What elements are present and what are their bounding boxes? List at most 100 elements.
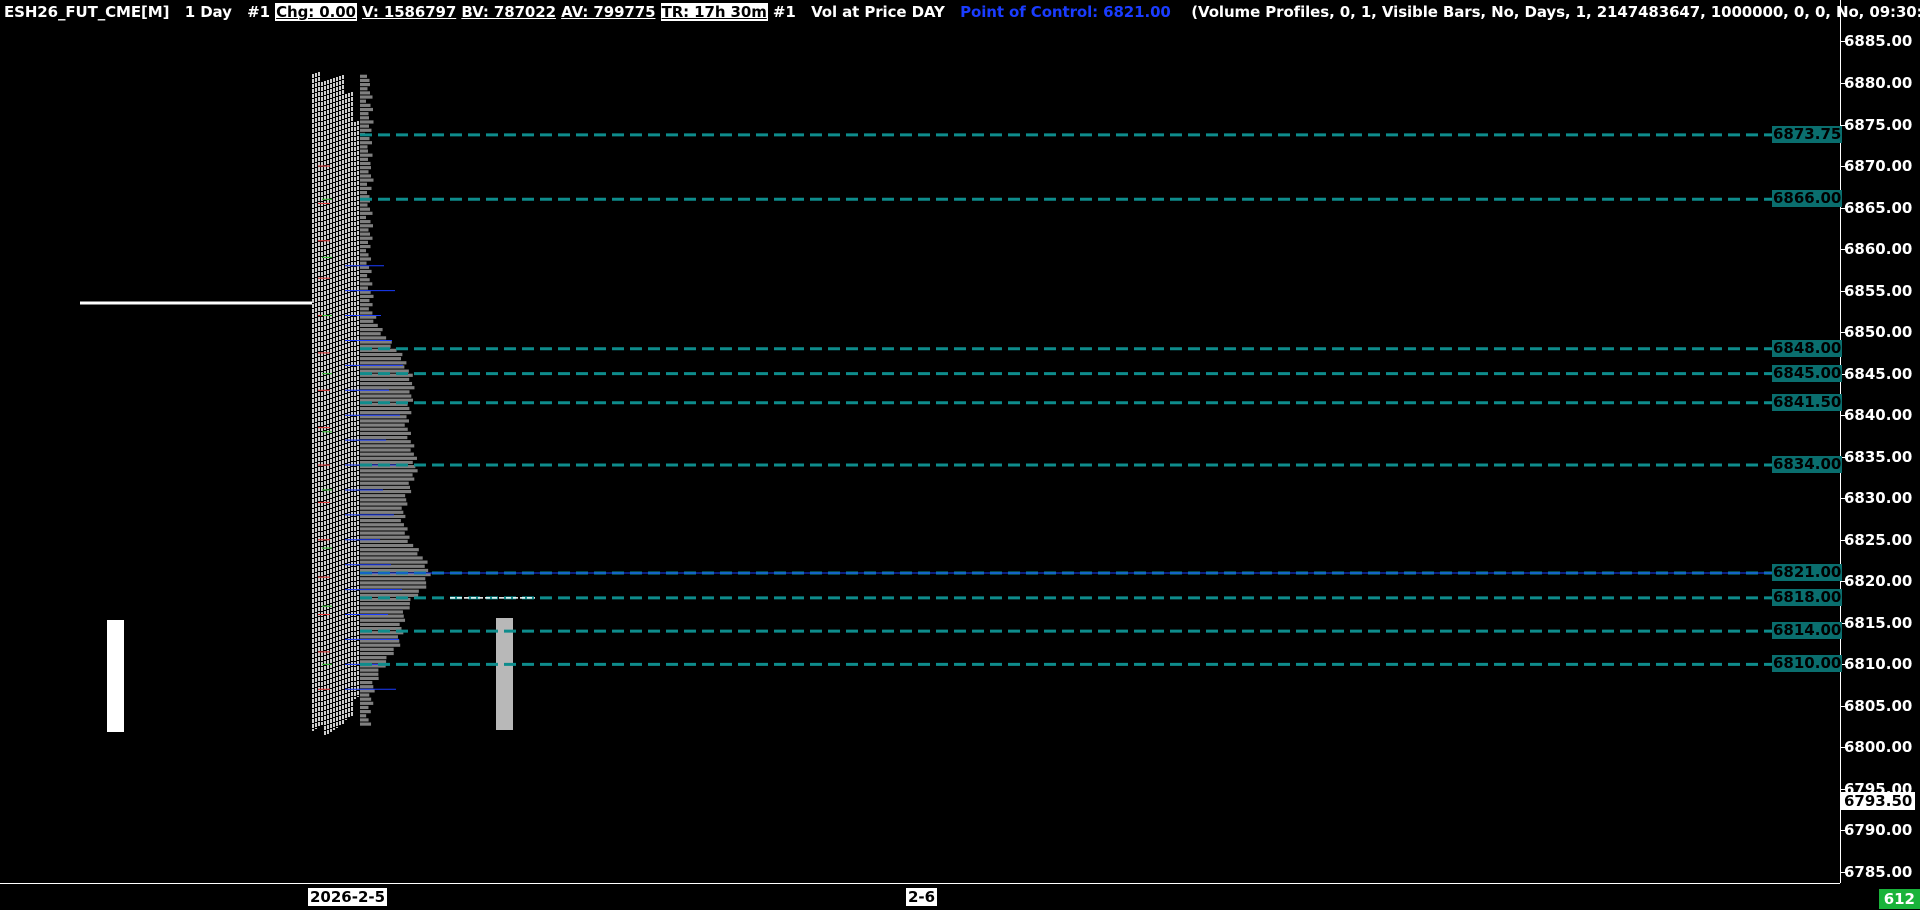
volume-profile-bar bbox=[360, 494, 406, 498]
volume-profile-bar bbox=[360, 274, 368, 278]
volume-profile-bar bbox=[360, 527, 408, 531]
level-label[interactable]: 6873.75 bbox=[1772, 125, 1843, 143]
volume-profile-bar bbox=[360, 519, 401, 523]
volume-profile-bar bbox=[360, 186, 372, 191]
volume-profile-bar bbox=[360, 236, 373, 240]
volume-profile-bar bbox=[360, 253, 369, 257]
volume-profile-bar bbox=[360, 215, 366, 220]
volume-profile-bar bbox=[360, 581, 427, 585]
volume-profile-bar bbox=[360, 178, 374, 182]
volume-profile-bar bbox=[360, 303, 373, 307]
level-label[interactable]: 6818.00 bbox=[1772, 588, 1843, 606]
price-tick-label: 6865.00 bbox=[1844, 198, 1913, 217]
level-label[interactable]: 6834.00 bbox=[1772, 456, 1843, 474]
price-tick-label: 6830.00 bbox=[1844, 489, 1913, 508]
volume-profile-bar bbox=[360, 220, 371, 224]
current-price-label: 6793.50 bbox=[1841, 792, 1916, 811]
volume-profile-bar bbox=[360, 685, 374, 689]
volume-profile-bar bbox=[360, 327, 383, 332]
volume-profile-bar bbox=[360, 435, 408, 440]
price-tick-label: 6860.00 bbox=[1844, 240, 1913, 259]
volume-profile-bar bbox=[360, 672, 379, 676]
volume-profile-bar bbox=[360, 261, 367, 265]
volume-profile-bar bbox=[360, 618, 406, 622]
price-axis[interactable]: 6885.00 6880.00 6875.00 6870.00 6865.00 6860.… bbox=[1840, 0, 1920, 883]
volume-profile-bar bbox=[360, 647, 394, 651]
volume-profile-bar bbox=[360, 602, 410, 606]
time-axis[interactable]: 2026-2-5 2-6 bbox=[0, 883, 1840, 910]
volume-profile-bar bbox=[360, 336, 387, 340]
volume-profile-bar bbox=[360, 431, 411, 436]
price-tick-label: 6805.00 bbox=[1844, 696, 1913, 715]
volume-profile-bar bbox=[360, 99, 366, 103]
price-tick-label: 6850.00 bbox=[1844, 323, 1913, 342]
level-label[interactable]: 6841.50 bbox=[1772, 393, 1843, 411]
price-tick-label: 6810.00 bbox=[1844, 655, 1913, 674]
volume-profile-bar bbox=[360, 676, 379, 681]
volume-profile-bar bbox=[360, 444, 415, 448]
level-label[interactable]: 6810.00 bbox=[1772, 655, 1843, 673]
date-label-2: 2-6 bbox=[906, 888, 938, 906]
price-tick-label: 6785.00 bbox=[1844, 862, 1913, 881]
price-tick-label: 6880.00 bbox=[1844, 74, 1913, 92]
volume-profile-bar bbox=[360, 585, 427, 589]
volume-profile-bar bbox=[360, 510, 404, 514]
volume-profile-bar bbox=[360, 120, 374, 124]
volume-profile-bar bbox=[360, 693, 370, 697]
volume-profile-bar bbox=[360, 145, 368, 149]
volume-profile-bar bbox=[360, 394, 412, 398]
level-label[interactable]: 6866.00 bbox=[1772, 190, 1843, 208]
volume-profile-bar bbox=[360, 161, 371, 166]
price-tick-label: 6825.00 bbox=[1844, 530, 1913, 549]
volume-profile-bar bbox=[360, 543, 414, 548]
price-tick-label: 6790.00 bbox=[1844, 821, 1913, 840]
volume-profile-bar bbox=[360, 282, 373, 286]
volume-profile-bar bbox=[360, 381, 413, 386]
price-tick-label: 6840.00 bbox=[1844, 406, 1913, 425]
volume-profile-bar bbox=[360, 577, 426, 581]
volume-profile-bar bbox=[360, 722, 372, 726]
price-tick-label: 6815.00 bbox=[1844, 613, 1913, 632]
volume-profile-bar bbox=[360, 124, 369, 128]
volume-profile-bar bbox=[360, 419, 409, 423]
volume-profile-bar bbox=[360, 128, 372, 132]
volume-profile-bar bbox=[360, 112, 369, 116]
level-label[interactable]: 6821.00 bbox=[1772, 563, 1843, 581]
volume-profile-bar bbox=[360, 502, 408, 506]
volume-profile-bar bbox=[360, 427, 408, 431]
volume-profile-bar bbox=[360, 606, 410, 610]
volume-profile-bar bbox=[360, 552, 418, 556]
price-tick-label: 6835.00 bbox=[1844, 447, 1913, 466]
volume-profile-bar bbox=[360, 697, 372, 701]
volume-profile-bar bbox=[360, 166, 371, 170]
volume-profile-bar bbox=[360, 116, 369, 120]
level-label[interactable]: 6814.00 bbox=[1772, 622, 1843, 640]
level-label[interactable]: 6845.00 bbox=[1772, 364, 1843, 382]
volume-profile-bar bbox=[360, 610, 403, 614]
level-label[interactable]: 6848.00 bbox=[1772, 339, 1843, 357]
volume-profile-bar bbox=[360, 286, 368, 290]
volume-profile-bar bbox=[360, 452, 414, 456]
volume-profile-bar bbox=[360, 232, 371, 236]
volume-profile-bar bbox=[360, 107, 373, 112]
volume-profile-bar bbox=[360, 718, 369, 722]
volume-profile-bar bbox=[360, 323, 378, 328]
volume-profile-bar bbox=[360, 556, 423, 560]
volume-profile-bar bbox=[360, 668, 379, 672]
volume-profile-bar bbox=[360, 157, 368, 161]
chart-plot-area[interactable] bbox=[0, 0, 1840, 883]
volume-profile-bar bbox=[360, 411, 412, 415]
volume-profile-bar bbox=[360, 456, 417, 460]
volume-profile-bar bbox=[360, 506, 402, 510]
volume-profile-bar bbox=[360, 656, 387, 660]
volume-profile-bar bbox=[360, 523, 404, 527]
price-tick-label: 6845.00 bbox=[1844, 364, 1913, 383]
price-tick-label: 6870.00 bbox=[1844, 157, 1913, 176]
volume-profile-bar bbox=[360, 149, 368, 153]
price-tick-label: 6875.00 bbox=[1844, 115, 1913, 134]
volume-profile-bar bbox=[360, 680, 373, 685]
volume-profile-bar bbox=[360, 423, 405, 427]
price-bar-current bbox=[496, 618, 513, 730]
volume-profile-bar bbox=[360, 207, 370, 211]
volume-profile-bar bbox=[360, 481, 409, 485]
